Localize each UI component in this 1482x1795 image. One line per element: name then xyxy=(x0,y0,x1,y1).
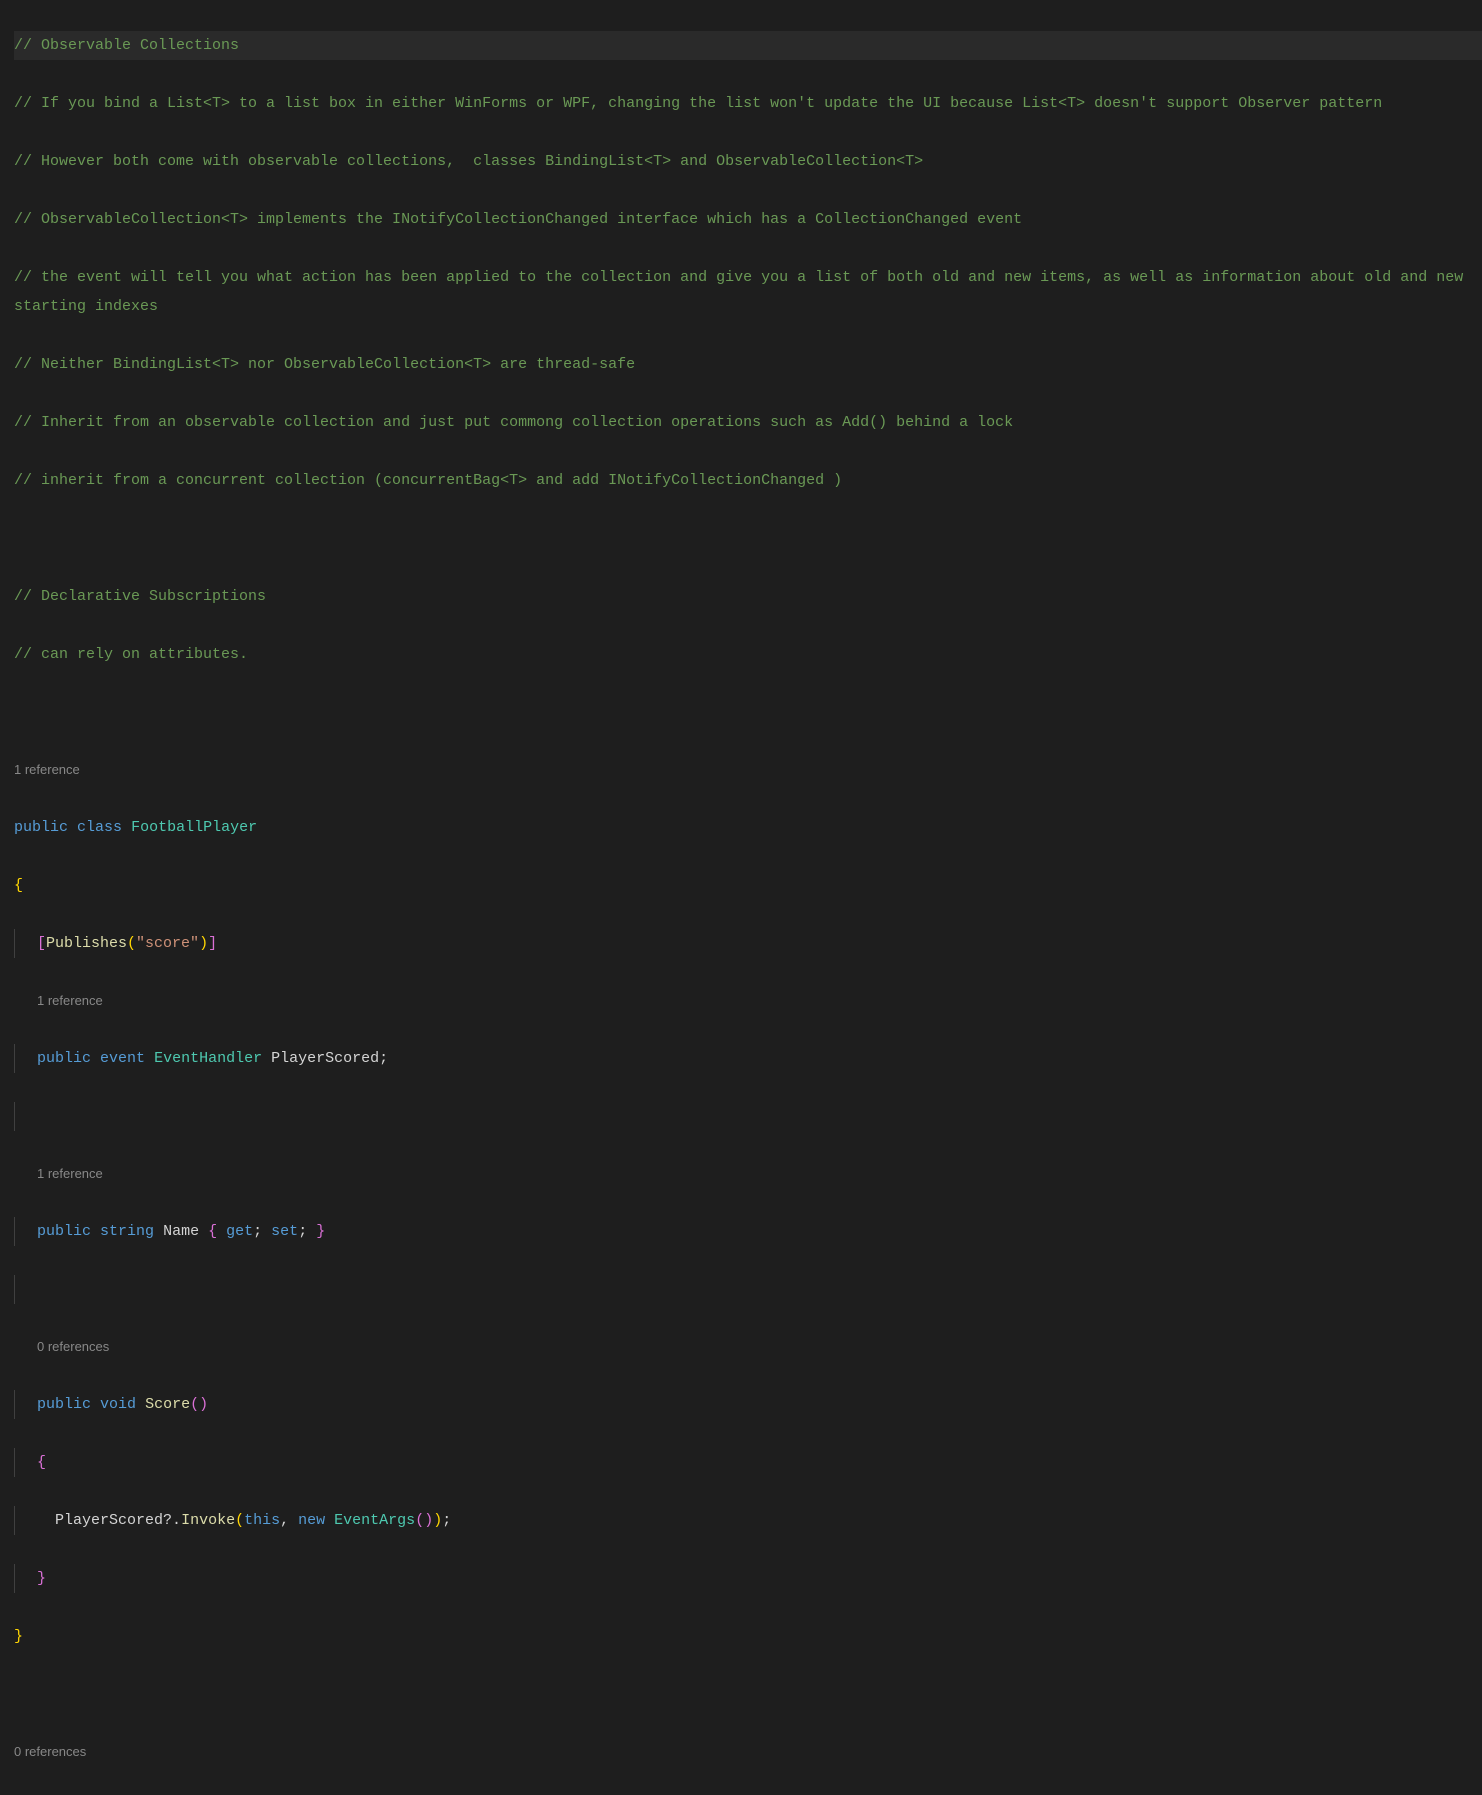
identifier: PlayerScored xyxy=(271,1050,379,1067)
keyword-new: new xyxy=(298,1512,325,1529)
codelens-reference[interactable]: 0 references xyxy=(14,1333,1482,1361)
comment: // ObservableCollection<T> implements th… xyxy=(14,205,1482,234)
code-line[interactable]: // can rely on attributes. xyxy=(14,640,1482,669)
paren-open: ( xyxy=(190,1396,199,1413)
keyword-get: get xyxy=(226,1223,253,1240)
method-name: Score xyxy=(145,1396,190,1413)
paren-close: ) xyxy=(199,935,208,952)
comment: // the event will tell you what action h… xyxy=(14,263,1482,321)
brace-open: { xyxy=(37,1454,46,1471)
identifier: PlayerScored? xyxy=(55,1512,172,1529)
codelens-reference[interactable]: 1 reference xyxy=(14,1160,1482,1188)
brace-open: { xyxy=(14,877,23,894)
codelens-reference[interactable]: 1 reference xyxy=(14,756,1482,784)
semicolon: ; xyxy=(442,1512,451,1529)
keyword-this: this xyxy=(244,1512,280,1529)
type-name: EventHandler xyxy=(154,1050,262,1067)
code-line[interactable]: // Declarative Subscriptions xyxy=(14,582,1482,611)
code-line[interactable]: // Observable Collections xyxy=(14,31,1482,60)
comment: // Declarative Subscriptions xyxy=(14,588,266,605)
comment: // Inherit from an observable collection… xyxy=(14,408,1482,437)
code-line[interactable]: public class FootballPlayer xyxy=(14,813,1482,842)
brace-open: { xyxy=(208,1223,217,1240)
code-line[interactable]: // However both come with observable col… xyxy=(14,147,1482,176)
bracket-close: ] xyxy=(208,935,217,952)
keyword-string: string xyxy=(100,1223,154,1240)
comment: // Observable Collections xyxy=(14,37,239,54)
comma: , xyxy=(280,1512,289,1529)
code-line[interactable] xyxy=(14,1275,1482,1304)
code-line[interactable] xyxy=(14,1680,1482,1709)
code-line[interactable] xyxy=(14,524,1482,553)
comment: // Neither BindingList<T> nor Observable… xyxy=(14,356,635,373)
parens: () xyxy=(415,1512,433,1529)
keyword-public: public xyxy=(14,819,68,836)
semicolon: ; xyxy=(253,1223,262,1240)
semicolon: ; xyxy=(379,1050,388,1067)
keyword-set: set xyxy=(271,1223,298,1240)
paren-close: ) xyxy=(433,1512,442,1529)
code-line[interactable]: public event EventHandler PlayerScored; xyxy=(14,1044,1482,1073)
keyword-public: public xyxy=(37,1396,91,1413)
code-line[interactable] xyxy=(14,1102,1482,1131)
keyword-void: void xyxy=(100,1396,136,1413)
brace-close: } xyxy=(316,1223,325,1240)
codelens-reference[interactable]: 0 references xyxy=(14,1738,1482,1766)
method-name: Invoke xyxy=(181,1512,235,1529)
comment: // can rely on attributes. xyxy=(14,646,248,663)
keyword-class: class xyxy=(77,819,122,836)
code-line[interactable]: { xyxy=(14,871,1482,900)
code-line[interactable]: // the event will tell you what action h… xyxy=(14,263,1482,321)
code-line[interactable]: PlayerScored?.Invoke(this, new EventArgs… xyxy=(14,1506,1482,1535)
code-line[interactable]: // Inherit from an observable collection… xyxy=(14,408,1482,437)
semicolon: ; xyxy=(298,1223,307,1240)
brace-close: } xyxy=(37,1570,46,1587)
keyword-public: public xyxy=(37,1050,91,1067)
comment: // If you bind a List<T> to a list box i… xyxy=(14,89,1482,118)
code-line[interactable]: // If you bind a List<T> to a list box i… xyxy=(14,89,1482,118)
bracket-open: [ xyxy=(37,935,46,952)
code-line[interactable]: [Publishes("score")] xyxy=(14,929,1482,958)
paren-close: ) xyxy=(199,1396,208,1413)
code-line[interactable]: public string Name { get; set; } xyxy=(14,1217,1482,1246)
dot: . xyxy=(172,1512,181,1529)
code-line[interactable]: } xyxy=(14,1564,1482,1593)
identifier: Name xyxy=(163,1223,199,1240)
paren-open: ( xyxy=(235,1512,244,1529)
paren-open: ( xyxy=(127,935,136,952)
code-line[interactable]: public void Score() xyxy=(14,1390,1482,1419)
code-line[interactable]: { xyxy=(14,1448,1482,1477)
code-line[interactable]: } xyxy=(14,1622,1482,1651)
code-line[interactable]: // Neither BindingList<T> nor Observable… xyxy=(14,350,1482,379)
codelens-reference[interactable]: 1 reference xyxy=(14,987,1482,1015)
type-name: FootballPlayer xyxy=(131,819,257,836)
comment: // However both come with observable col… xyxy=(14,153,923,170)
code-editor[interactable]: // Observable Collections // If you bind… xyxy=(0,0,1482,1795)
keyword-event: event xyxy=(100,1050,145,1067)
attribute-method: Publishes xyxy=(46,935,127,952)
type-name: EventArgs xyxy=(334,1512,415,1529)
keyword-public: public xyxy=(37,1223,91,1240)
brace-close: } xyxy=(14,1628,23,1645)
string-literal: "score" xyxy=(136,935,199,952)
comment: // inherit from a concurrent collection … xyxy=(14,472,842,489)
code-line[interactable]: // ObservableCollection<T> implements th… xyxy=(14,205,1482,234)
code-line[interactable]: // inherit from a concurrent collection … xyxy=(14,466,1482,495)
code-line[interactable] xyxy=(14,698,1482,727)
